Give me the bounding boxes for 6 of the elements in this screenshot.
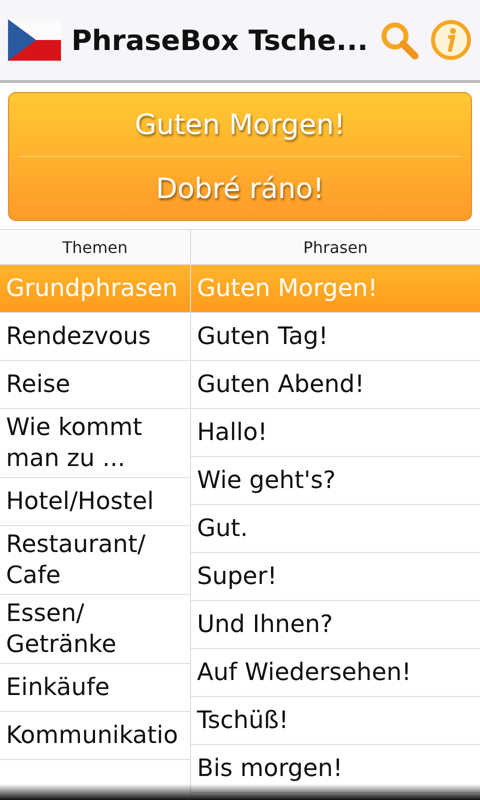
- translated-phrase: Dobré ráno!: [154, 171, 326, 207]
- column-header: Themen: [0, 230, 190, 265]
- app-title: PhraseBox Tsche...: [71, 24, 368, 56]
- info-icon[interactable]: [430, 18, 472, 62]
- source-phrase: Guten Morgen!: [134, 107, 346, 143]
- column-header: Phrasen: [191, 230, 480, 265]
